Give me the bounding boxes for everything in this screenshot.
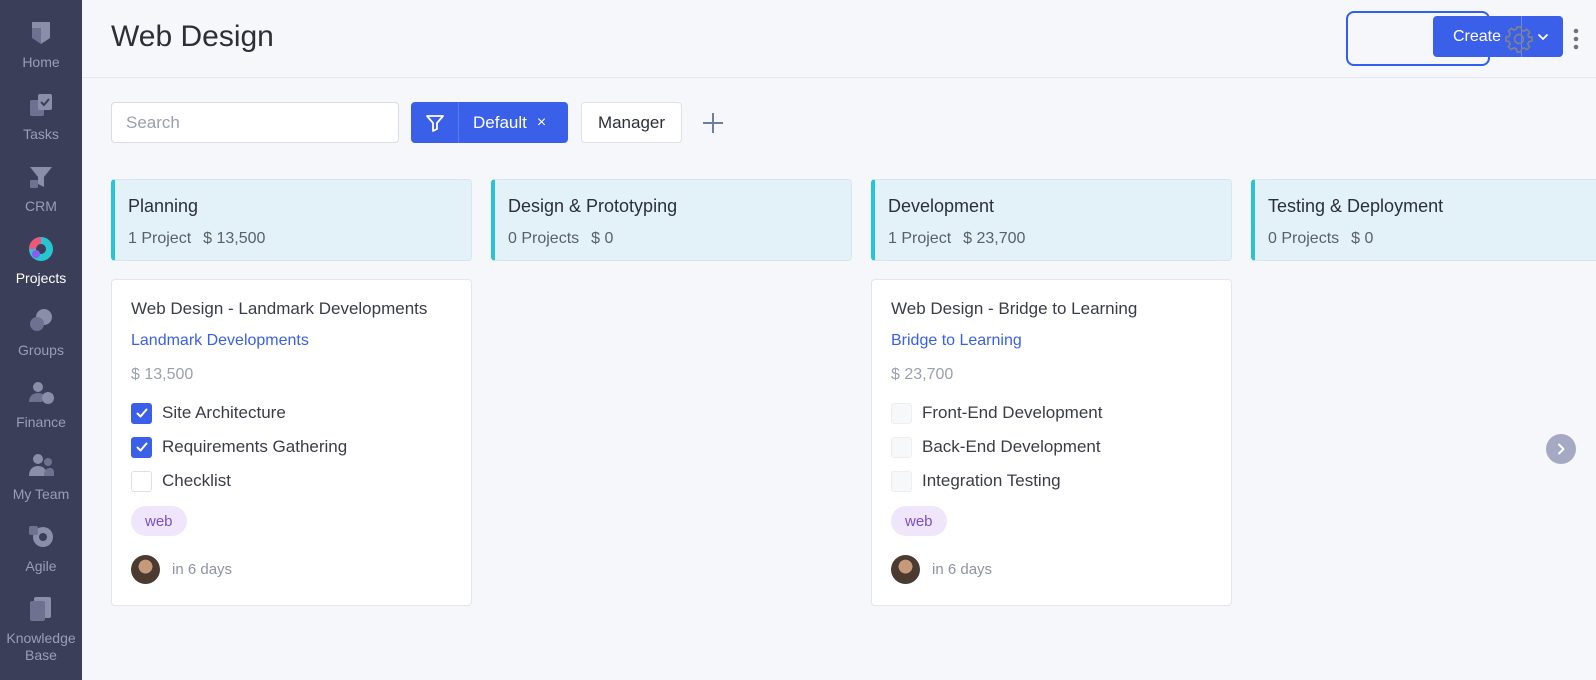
card-title[interactable]: Web Design - Bridge to Learning <box>891 299 1137 319</box>
checklist-item: Front-End Development <box>891 402 1102 424</box>
filter-chip-default[interactable]: Default × <box>458 102 568 143</box>
crm-icon <box>30 167 52 188</box>
checkbox[interactable] <box>131 470 152 492</box>
client-link[interactable]: Landmark Developments <box>131 332 309 350</box>
column-title: Planning <box>128 196 199 216</box>
projects-icon <box>29 237 53 261</box>
column-title: Development <box>888 196 995 216</box>
checklist-item-label: Site Architecture <box>162 403 286 422</box>
checklist-item: Back-End Development <box>891 436 1101 458</box>
checklist-item: Requirements Gathering <box>131 436 347 458</box>
groups-icon <box>30 309 52 331</box>
column-meta: 1 Project $ 23,700 <box>888 230 1025 248</box>
sidebar-item-home[interactable]: Home <box>0 18 82 71</box>
column-amount: $ 23,700 <box>963 230 1026 247</box>
chevron-right-icon <box>1558 443 1565 455</box>
column-header-development[interactable]: Development 1 Project $ 23,700 <box>871 179 1232 261</box>
checklist-item: Site Architecture <box>131 402 286 424</box>
sidebar-item-label: Agile <box>25 558 57 574</box>
knowledge-base-icon <box>30 597 51 621</box>
sidebar-item-label: CRM <box>25 198 57 214</box>
sidebar-item-label: Knowledge <box>6 630 76 646</box>
search-input[interactable] <box>111 102 399 143</box>
due-date: in 6 days <box>172 561 233 578</box>
scroll-right-button[interactable] <box>1546 434 1576 464</box>
more-options-icon[interactable] <box>1570 24 1582 54</box>
column-amount: $ 13,500 <box>203 230 266 247</box>
column-count: 1 Project <box>888 230 952 247</box>
card-amount: $ 13,500 <box>131 366 194 383</box>
checklist-item-label: Back-End Development <box>922 437 1101 456</box>
checklist-item-label: Front-End Development <box>922 403 1103 422</box>
column-title: Testing & Deployment <box>1268 196 1444 216</box>
checklist-item-label: Requirements Gathering <box>162 437 348 456</box>
checkbox[interactable] <box>891 470 912 492</box>
sidebar-item-finance[interactable]: Finance <box>0 378 82 431</box>
column-meta: 1 Project $ 13,500 <box>128 230 265 248</box>
sidebar-item-label: Home <box>22 54 60 70</box>
column-amount: $ 0 <box>1351 230 1374 247</box>
filter-icon <box>425 114 444 132</box>
checklist-item-label: Integration Testing <box>922 471 1061 490</box>
project-card[interactable]: Web Design - Bridge to Learning Bridge t… <box>871 279 1232 606</box>
close-icon[interactable]: × <box>537 114 546 132</box>
column-count: 1 Project <box>128 230 192 247</box>
sidebar-item-label: My Team <box>12 486 70 502</box>
column-title: Design & Prototyping <box>508 196 678 216</box>
due-date: in 6 days <box>932 561 993 578</box>
sidebar-item-tasks[interactable]: Tasks <box>0 90 82 143</box>
check-icon <box>136 442 147 452</box>
checkbox[interactable] <box>891 436 912 458</box>
finance-icon <box>29 382 54 404</box>
column-count: 0 Projects <box>1268 230 1340 247</box>
column-meta: 0 Projects $ 0 <box>1268 230 1373 248</box>
tag-badge[interactable]: web <box>131 506 187 536</box>
client-link[interactable]: Bridge to Learning <box>891 332 1022 350</box>
add-filter-icon[interactable] <box>700 110 726 136</box>
checklist-item: Integration Testing <box>891 470 1061 492</box>
checkbox-checked[interactable] <box>131 436 152 458</box>
avatar[interactable] <box>131 555 160 584</box>
column-meta: 0 Projects $ 0 <box>508 230 613 248</box>
team-icon <box>29 454 54 476</box>
checkbox-checked[interactable] <box>131 402 152 424</box>
filter-button[interactable] <box>411 102 458 143</box>
sidebar-item-label-line2: Base <box>25 647 57 663</box>
sidebar-item-agile[interactable]: Agile <box>0 522 82 575</box>
column-header-planning[interactable]: Planning 1 Project $ 13,500 <box>111 179 472 261</box>
page-header: Web Design Create <box>82 0 1596 78</box>
card-amount: $ 23,700 <box>891 366 954 383</box>
card-title[interactable]: Web Design - Landmark Developments <box>131 299 427 319</box>
settings-gear-icon[interactable] <box>1504 24 1534 54</box>
check-icon <box>136 408 147 418</box>
column-header-testing-deployment[interactable]: Testing & Deployment 0 Projects $ 0 <box>1251 179 1596 261</box>
tag-badge[interactable]: web <box>891 506 947 536</box>
manager-filter-button[interactable]: Manager <box>581 102 682 143</box>
sidebar-item-label: Groups <box>18 342 64 358</box>
tasks-icon <box>30 94 52 116</box>
filter-chip-label: Default <box>473 112 527 132</box>
agile-icon <box>29 526 53 547</box>
page-title: Web Design <box>111 20 274 53</box>
chevron-down-icon <box>1537 33 1548 40</box>
sidebar-item-knowledge-base[interactable]: Knowledge Base <box>0 594 82 664</box>
sidebar: Home Tasks CRM Projects Groups Finance M… <box>0 0 82 680</box>
column-header-design-prototyping[interactable]: Design & Prototyping 0 Projects $ 0 <box>491 179 852 261</box>
sidebar-item-label: Tasks <box>23 126 59 142</box>
sidebar-item-label: Projects <box>15 270 67 286</box>
checklist-item: Checklist <box>131 470 231 492</box>
home-icon <box>32 22 50 44</box>
sidebar-item-groups[interactable]: Groups <box>0 306 82 359</box>
project-card[interactable]: Web Design - Landmark Developments Landm… <box>111 279 472 606</box>
column-count: 0 Projects <box>508 230 580 247</box>
column-amount: $ 0 <box>591 230 614 247</box>
checkbox[interactable] <box>891 402 912 424</box>
sidebar-item-crm[interactable]: CRM <box>0 162 82 215</box>
sidebar-item-label: Finance <box>16 414 66 430</box>
sidebar-item-my-team[interactable]: My Team <box>0 450 82 503</box>
avatar[interactable] <box>891 555 920 584</box>
checklist-item-label: Checklist <box>162 471 231 490</box>
sidebar-item-projects[interactable]: Projects <box>0 234 82 287</box>
